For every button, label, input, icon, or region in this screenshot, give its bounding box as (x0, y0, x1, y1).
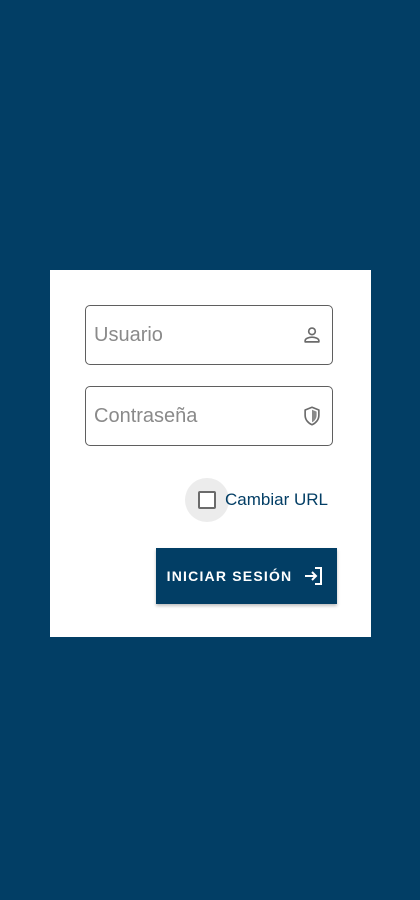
change-url-label[interactable]: Cambiar URL (225, 490, 328, 510)
change-url-checkbox-ripple[interactable] (185, 478, 229, 522)
change-url-row[interactable]: Cambiar URL (185, 478, 328, 522)
login-button-label: INICIAR SESIÓN (166, 568, 293, 584)
login-card: Cambiar URL INICIAR SESIÓN (50, 270, 371, 637)
username-field-container[interactable] (85, 305, 333, 365)
person-icon (304, 327, 320, 343)
password-input[interactable] (94, 387, 294, 445)
shield-icon (304, 406, 320, 426)
change-url-checkbox[interactable] (198, 491, 216, 509)
login-button[interactable]: INICIAR SESIÓN (156, 548, 337, 604)
username-input[interactable] (94, 306, 294, 364)
login-arrow-icon (305, 567, 323, 585)
password-field-container[interactable] (85, 386, 333, 446)
